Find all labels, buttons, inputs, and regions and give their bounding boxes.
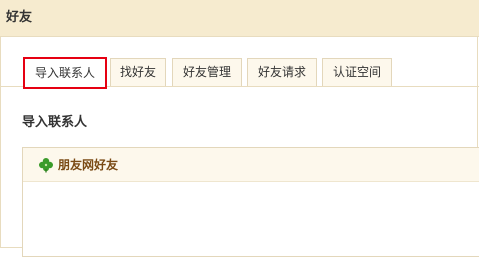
clover-icon [38, 157, 54, 173]
friends-box: 朋友网好友 [22, 147, 479, 257]
section-title: 导入联系人 [22, 115, 88, 130]
panel-header: 好友 [0, 0, 479, 37]
panel-title: 好友 [6, 10, 33, 25]
tab-verified-space[interactable]: 认证空间 [322, 58, 392, 86]
friends-box-title[interactable]: 朋友网好友 [58, 157, 118, 173]
friends-box-header: 朋友网好友 [23, 148, 479, 182]
tab-import-contacts[interactable]: 导入联系人 [23, 57, 107, 89]
tab-friend-requests[interactable]: 好友请求 [247, 58, 317, 86]
tab-find-friends[interactable]: 找好友 [110, 58, 166, 86]
tab-friend-management[interactable]: 好友管理 [172, 58, 242, 86]
